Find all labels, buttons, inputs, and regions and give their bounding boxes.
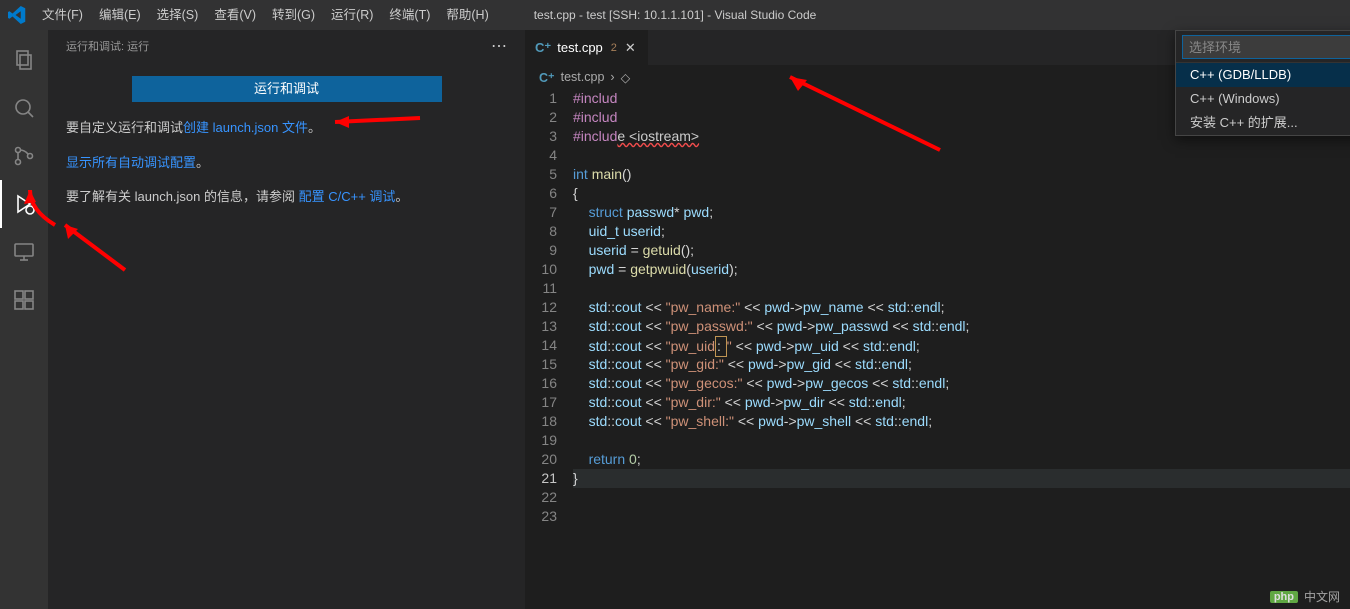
run-debug-icon[interactable] (0, 180, 48, 228)
menu-item[interactable]: 转到(G) (264, 0, 323, 30)
watermark: php 中文网 (1270, 588, 1340, 605)
code-editor[interactable]: 1234567891011121314151617181920212223 #i… (525, 89, 1350, 526)
menu-item[interactable]: 编辑(E) (91, 0, 149, 30)
code-lines[interactable]: #includ#includ#include <iostream>int mai… (573, 89, 1350, 526)
menubar: 文件(F)编辑(E)选择(S)查看(V)转到(G)运行(R)终端(T)帮助(H) (34, 0, 497, 30)
editor-area: C⁺ test.cpp 2 ✕ C⁺ test.cpp › ◇ 12345678… (525, 30, 1350, 609)
tab-label: test.cpp (557, 40, 603, 55)
picker-item[interactable]: C++ (Windows) (1176, 87, 1350, 111)
picker-item[interactable]: C++ (GDB/LLDB) (1176, 63, 1350, 87)
menu-item[interactable]: 帮助(H) (438, 0, 496, 30)
more-icon[interactable]: ⋯ (491, 36, 507, 56)
menu-item[interactable]: 文件(F) (34, 0, 91, 30)
source-control-icon[interactable] (0, 132, 48, 180)
cpp-file-icon: C⁺ (539, 70, 555, 85)
sidebar-run-debug: 运行和调试: 运行 ⋯ 运行和调试 要自定义运行和调试创建 launch.jso… (48, 30, 525, 609)
menu-item[interactable]: 终端(T) (381, 0, 438, 30)
menu-item[interactable]: 选择(S) (149, 0, 207, 30)
tab-dirty-indicator: 2 (609, 42, 617, 54)
activity-bar (0, 30, 48, 609)
picker-input[interactable] (1182, 35, 1350, 59)
symbol-icon: ◇ (621, 70, 631, 85)
titlebar: 文件(F)编辑(E)选择(S)查看(V)转到(G)运行(R)终端(T)帮助(H)… (0, 0, 1350, 30)
sidebar-text-1: 要自定义运行和调试创建 launch.json 文件。 (66, 116, 507, 141)
menu-item[interactable]: 运行(R) (323, 0, 381, 30)
configure-cpp-debug-link[interactable]: 配置 C/C++ 调试 (299, 189, 396, 204)
sidebar-text-2: 显示所有自动调试配置。 (66, 151, 507, 176)
show-auto-debug-configs-link[interactable]: 显示所有自动调试配置 (66, 155, 196, 170)
chevron-right-icon: › (610, 70, 614, 84)
picker-item[interactable]: 安装 C++ 的扩展... (1176, 111, 1350, 135)
cpp-file-icon: C⁺ (535, 40, 551, 56)
sidebar-title: 运行和调试: 运行 (66, 38, 149, 54)
line-number-gutter: 1234567891011121314151617181920212223 (525, 89, 573, 526)
tab-test-cpp[interactable]: C⁺ test.cpp 2 ✕ (525, 30, 649, 65)
explorer-icon[interactable] (0, 36, 48, 84)
close-icon[interactable]: ✕ (623, 38, 638, 58)
extensions-icon[interactable] (0, 276, 48, 324)
sidebar-text-3: 要了解有关 launch.json 的信息，请参阅 配置 C/C++ 调试。 (66, 185, 507, 210)
menu-item[interactable]: 查看(V) (206, 0, 264, 30)
environment-picker: C++ (GDB/LLDB)C++ (Windows)安装 C++ 的扩展... (1175, 30, 1350, 136)
run-and-debug-button[interactable]: 运行和调试 (132, 76, 442, 102)
remote-explorer-icon[interactable] (0, 228, 48, 276)
create-launch-json-link[interactable]: 创建 launch.json 文件 (183, 120, 308, 135)
search-icon[interactable] (0, 84, 48, 132)
vscode-logo-icon (0, 6, 34, 24)
